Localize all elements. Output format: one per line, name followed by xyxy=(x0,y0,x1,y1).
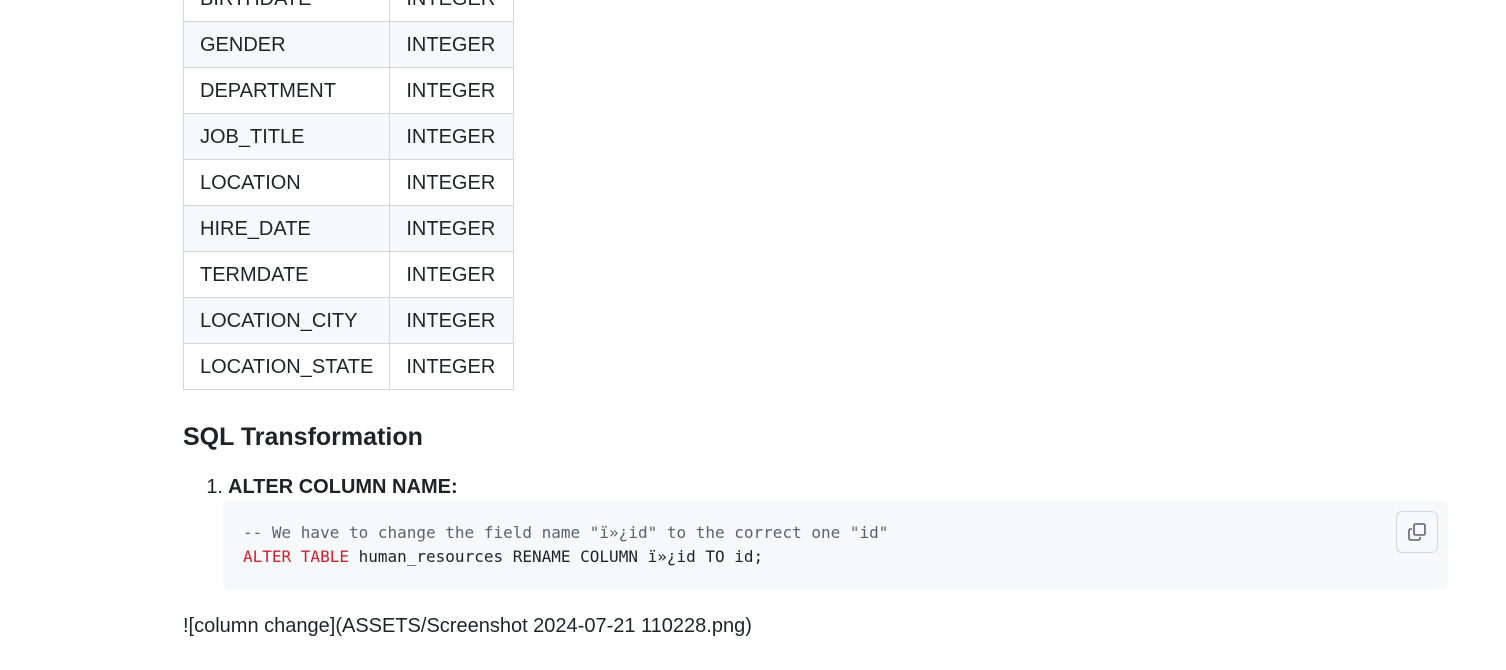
column-name-cell: TERMDATE xyxy=(182,251,391,298)
code-block[interactable]: -- We have to change the field name "ï»¿… xyxy=(223,501,1448,590)
code-comment: -- We have to change the field name "ï»¿… xyxy=(243,523,889,542)
list-item: 1. ALTER COLUMN NAME: xyxy=(183,474,458,500)
column-type-cell: INTEGER xyxy=(389,21,515,68)
table-row: BIRTHDATE INTEGER xyxy=(182,0,515,22)
schema-table-body: BIRTHDATE INTEGER GENDER INTEGER DEPARTM… xyxy=(182,0,515,390)
column-type-cell: INTEGER xyxy=(389,113,515,160)
column-name-cell: BIRTHDATE xyxy=(182,0,391,22)
table-row: LOCATION_CITY INTEGER xyxy=(182,297,515,344)
column-type-cell: INTEGER xyxy=(389,67,515,114)
column-type-cell: INTEGER xyxy=(389,0,515,22)
table-row: GENDER INTEGER xyxy=(182,21,515,68)
step-number: 1. xyxy=(206,476,223,498)
code-line-statement: ALTER TABLE human_resources RENAME COLUM… xyxy=(243,545,1428,569)
column-name-cell: GENDER xyxy=(182,21,391,68)
table-row: JOB_TITLE INTEGER xyxy=(182,113,515,160)
section-heading: SQL Transformation xyxy=(183,423,423,451)
copy-icon xyxy=(1408,523,1426,541)
column-name-cell: LOCATION_CITY xyxy=(182,297,391,344)
column-type-cell: INTEGER xyxy=(389,159,515,206)
column-name-cell: DEPARTMENT xyxy=(182,67,391,114)
table-row: DEPARTMENT INTEGER xyxy=(182,67,515,114)
column-type-cell: INTEGER xyxy=(389,297,515,344)
image-markdown-text: ![column change](ASSETS/Screenshot 2024-… xyxy=(183,615,752,637)
step-list: 1. ALTER COLUMN NAME: xyxy=(183,474,458,500)
schema-table: BIRTHDATE INTEGER GENDER INTEGER DEPARTM… xyxy=(182,0,515,390)
column-name-cell: HIRE_DATE xyxy=(182,205,391,252)
code-line-comment: -- We have to change the field name "ï»¿… xyxy=(243,521,1428,545)
code-keyword: ALTER TABLE xyxy=(243,547,349,566)
column-name-cell: LOCATION xyxy=(182,159,391,206)
column-name-cell: JOB_TITLE xyxy=(182,113,391,160)
table-row: HIRE_DATE INTEGER xyxy=(182,205,515,252)
column-type-cell: INTEGER xyxy=(389,205,515,252)
table-row: LOCATION_STATE INTEGER xyxy=(182,343,515,390)
column-type-cell: INTEGER xyxy=(389,251,515,298)
readme-page: BIRTHDATE INTEGER GENDER INTEGER DEPARTM… xyxy=(0,0,1506,670)
column-type-cell: INTEGER xyxy=(389,343,515,390)
column-name-cell: LOCATION_STATE xyxy=(182,343,391,390)
code-statement-text: human_resources RENAME COLUMN ï»¿id TO i… xyxy=(348,547,764,566)
table-row: LOCATION INTEGER xyxy=(182,159,515,206)
step-title: ALTER COLUMN NAME: xyxy=(228,476,458,498)
table-row: TERMDATE INTEGER xyxy=(182,251,515,298)
copy-code-button[interactable] xyxy=(1396,511,1438,553)
